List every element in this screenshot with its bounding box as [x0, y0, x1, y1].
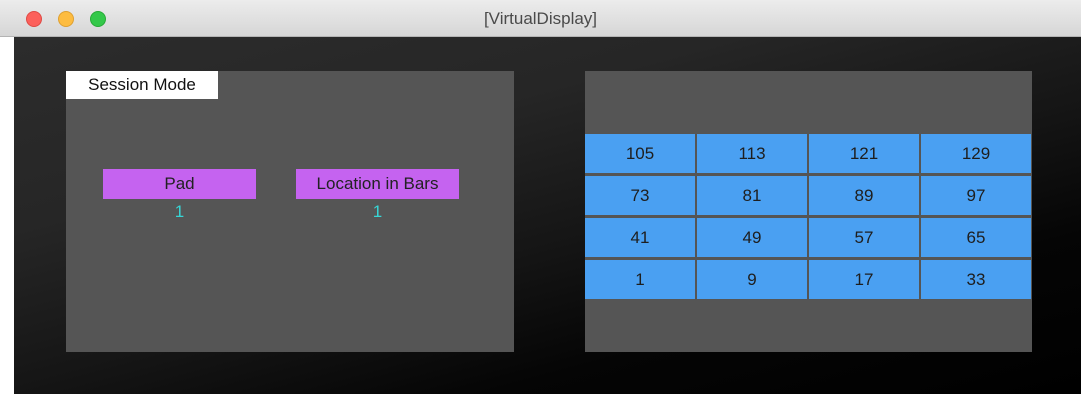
pad-cell[interactable]: 73 — [585, 176, 695, 215]
pad-grid: 105 113 121 129 73 81 89 97 41 49 57 65 … — [585, 134, 1032, 299]
pad-cell[interactable]: 129 — [921, 134, 1031, 173]
pad-tag: Pad — [103, 169, 256, 199]
pad-cell[interactable]: 33 — [921, 260, 1031, 299]
pad-cell[interactable]: 97 — [921, 176, 1031, 215]
pad-cell[interactable]: 89 — [809, 176, 919, 215]
pad-cell[interactable]: 1 — [585, 260, 695, 299]
pad-cell[interactable]: 105 — [585, 134, 695, 173]
app-window: [VirtualDisplay] Session Mode Pad Locati… — [0, 0, 1081, 394]
pad-cell[interactable]: 81 — [697, 176, 807, 215]
location-in-bars-tag: Location in Bars — [296, 169, 459, 199]
pad-cell[interactable]: 17 — [809, 260, 919, 299]
pad-cell[interactable]: 121 — [809, 134, 919, 173]
pad-cell[interactable]: 41 — [585, 218, 695, 257]
pad-cell[interactable]: 113 — [697, 134, 807, 173]
pad-cell[interactable]: 9 — [697, 260, 807, 299]
display-canvas: Session Mode Pad Location in Bars 1 1 10… — [14, 37, 1081, 394]
pad-grid-panel: 105 113 121 129 73 81 89 97 41 49 57 65 … — [585, 71, 1032, 352]
session-panel: Session Mode Pad Location in Bars 1 1 — [66, 71, 514, 352]
title-bar[interactable]: [VirtualDisplay] — [0, 0, 1081, 37]
window-title: [VirtualDisplay] — [483, 9, 598, 28]
session-mode-label: Session Mode — [66, 71, 218, 99]
pad-cell[interactable]: 49 — [697, 218, 807, 257]
pad-value: 1 — [174, 202, 185, 221]
location-in-bars-value: 1 — [372, 202, 383, 221]
pad-cell[interactable]: 65 — [921, 218, 1031, 257]
pad-cell[interactable]: 57 — [809, 218, 919, 257]
